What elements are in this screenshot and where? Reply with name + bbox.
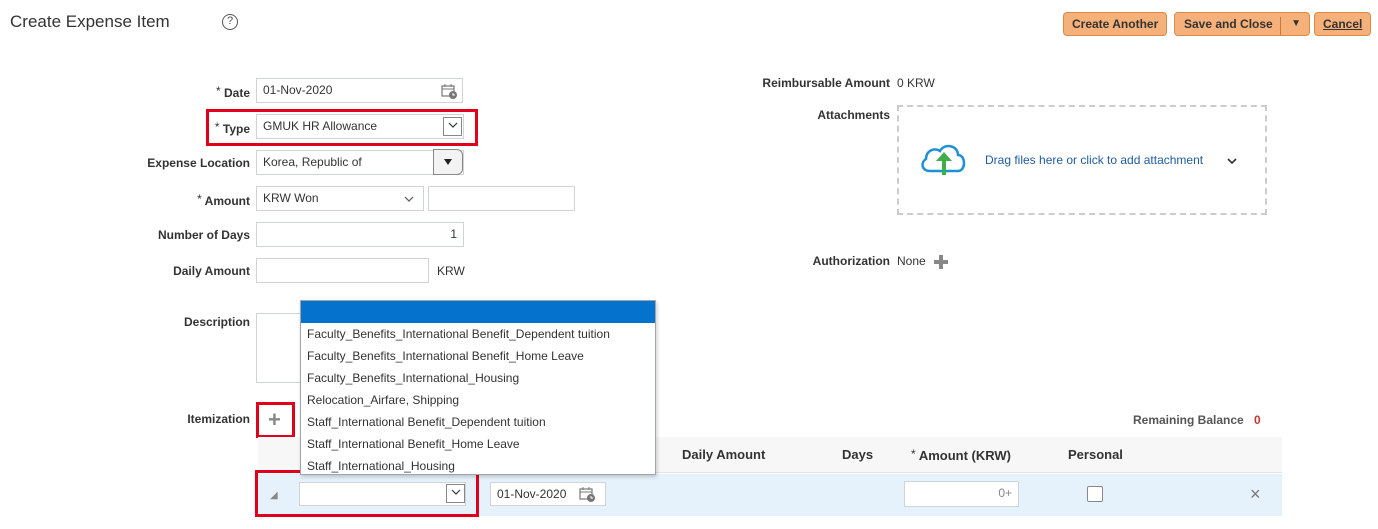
column-personal: Personal (1068, 447, 1123, 462)
add-attachment-link[interactable]: Drag files here or click to add attachme… (985, 153, 1203, 167)
row-amount-input[interactable]: 0+ (904, 481, 1019, 507)
row-type-select[interactable] (299, 482, 466, 506)
attachment-chevron-down-icon[interactable] (1226, 155, 1238, 169)
required-marker: * (197, 192, 202, 206)
daily-amount-input[interactable] (256, 258, 429, 283)
expense-location-value: Korea, Republic of (263, 155, 362, 169)
save-and-close-label: Save and Close (1184, 17, 1273, 31)
column-daily-amount: Daily Amount (682, 447, 766, 462)
page-title: Create Expense Item (10, 12, 170, 31)
expense-location-label: Expense Location (147, 156, 250, 170)
dropdown-option[interactable]: Staff_International Benefit_Home Leave (301, 433, 655, 455)
row-type-chevron-down-icon[interactable] (446, 484, 465, 503)
date-value: 01-Nov-2020 (263, 83, 333, 97)
authorization-value: None (897, 254, 926, 268)
add-authorization-icon[interactable] (933, 254, 949, 273)
dropdown-option[interactable]: Faculty_Benefits_International Benefit_D… (301, 323, 655, 345)
description-label: Description (183, 315, 250, 329)
row-calendar-icon[interactable] (578, 485, 596, 506)
type-label-text: Type (222, 122, 250, 136)
required-marker: * (911, 447, 916, 461)
dropdown-option[interactable]: Faculty_Benefits_International_Housing (301, 367, 655, 389)
itemization-label: Itemization (187, 412, 250, 426)
amount-input[interactable] (428, 186, 575, 211)
type-label: * Type (150, 120, 250, 136)
column-amount-text: Amount (KRW) (918, 448, 1011, 463)
upload-cloud-icon (918, 141, 968, 182)
save-menu-chevron-icon[interactable]: ▼ (1291, 13, 1301, 35)
help-icon[interactable]: ? (222, 14, 238, 30)
dropdown-selected-blank-option[interactable] (301, 301, 655, 323)
required-marker: * (214, 120, 220, 134)
dropdown-option[interactable]: Staff_International Benefit_Dependent tu… (301, 411, 655, 433)
required-marker: * (215, 84, 221, 98)
row-date-value: 01-Nov-2020 (497, 487, 567, 501)
number-of-days-input[interactable]: 1 (256, 222, 464, 247)
remaining-balance-label: Remaining Balance (1133, 413, 1244, 427)
reimbursable-amount-value: 0 KRW (897, 76, 935, 90)
attachments-label: Attachments (817, 108, 890, 122)
currency-value: KRW Won (263, 191, 319, 205)
dropdown-option[interactable]: Relocation_Airfare, Shipping (301, 389, 655, 411)
row-remove-close-icon[interactable]: × (1250, 484, 1261, 505)
remaining-balance-value: 0 (1254, 413, 1261, 427)
type-chevron-down-icon[interactable] (443, 117, 462, 136)
number-of-days-label: Number of Days (157, 228, 250, 242)
save-and-close-button[interactable]: Save and Close ▼ (1174, 12, 1310, 36)
daily-amount-label: Daily Amount (173, 264, 250, 278)
authorization-label: Authorization (812, 254, 890, 268)
expense-location-dropdown-icon[interactable] (433, 149, 463, 175)
reimbursable-amount-label: Reimbursable Amount (762, 76, 890, 90)
column-amount: * Amount (KRW) (911, 447, 1011, 463)
amount-label: * Amount (150, 192, 250, 208)
description-textarea[interactable] (256, 313, 306, 383)
row-personal-checkbox[interactable] (1087, 486, 1103, 502)
row-amount-value: 0+ (998, 486, 1012, 500)
add-itemization-icon[interactable]: + (268, 409, 281, 431)
button-divider (1280, 17, 1281, 35)
create-another-button[interactable]: Create Another (1063, 12, 1168, 36)
date-label: * Date (150, 84, 250, 100)
number-of-days-value: 1 (450, 227, 457, 241)
column-days: Days (842, 447, 874, 462)
dropdown-option[interactable]: Faculty_Benefits_International Benefit_H… (301, 345, 655, 367)
type-value: GMUK HR Allowance (263, 119, 378, 133)
type-dropdown-list: Faculty_Benefits_International Benefit_D… (300, 300, 656, 475)
date-input[interactable]: 01-Nov-2020 (256, 78, 463, 103)
amount-label-text: Amount (204, 194, 250, 208)
currency-chevron-down-icon[interactable] (403, 193, 415, 207)
calendar-icon[interactable] (440, 82, 458, 103)
cancel-button[interactable]: Cancel (1314, 12, 1372, 36)
dropdown-option[interactable]: Staff_International_Housing (301, 455, 655, 474)
type-select[interactable]: GMUK HR Allowance (256, 114, 464, 139)
daily-amount-unit: KRW (437, 264, 465, 278)
date-label-text: Date (223, 86, 250, 100)
currency-select[interactable]: KRW Won (256, 186, 424, 211)
